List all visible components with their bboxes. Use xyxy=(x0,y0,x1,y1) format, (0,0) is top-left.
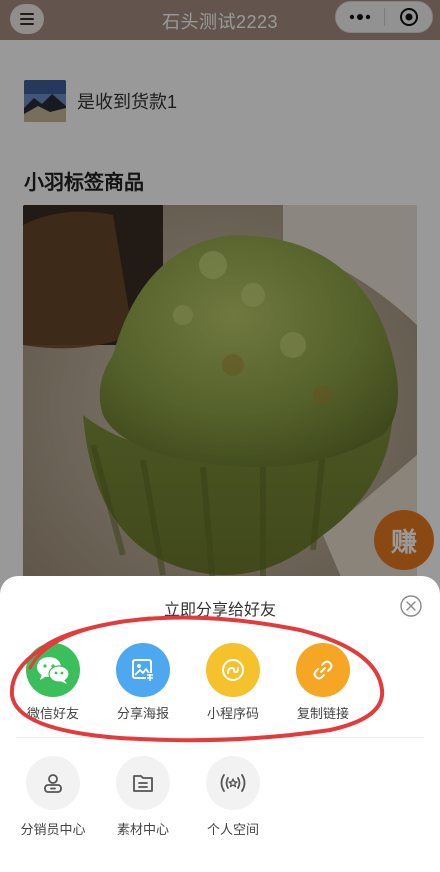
close-button[interactable] xyxy=(400,595,422,617)
more-dots-icon xyxy=(349,14,371,20)
close-icon xyxy=(400,595,422,617)
personal-space-label: 个人空间 xyxy=(206,822,259,837)
share-wechat-friend-label: 微信好友 xyxy=(26,706,79,721)
wechat-icon xyxy=(26,643,80,697)
earn-commission-button[interactable]: 赚 xyxy=(374,510,434,570)
share-sheet-title: 立即分享给好友 xyxy=(163,602,276,619)
share-poster[interactable]: 分享海报 xyxy=(98,643,188,722)
distributor-center-button[interactable]: 分销员中心 xyxy=(8,756,98,838)
share-mini-program-code-label: 小程序码 xyxy=(206,706,259,721)
order-notice-text: 是收到货款1 xyxy=(77,92,178,112)
mini-program-icon xyxy=(206,643,260,697)
material-folder-icon xyxy=(116,756,170,810)
distributor-center-label: 分销员中心 xyxy=(20,822,86,837)
share-wechat-friend[interactable]: 微信好友 xyxy=(8,643,98,722)
distributor-icon xyxy=(26,756,80,810)
exit-button[interactable] xyxy=(385,2,432,32)
personal-space-button[interactable]: 个人空间 xyxy=(188,756,278,838)
personal-space-icon xyxy=(206,756,260,810)
order-thumbnail xyxy=(24,80,66,122)
order-notice[interactable]: 是收到货款1 xyxy=(24,80,177,122)
divider xyxy=(16,737,424,738)
product-image[interactable] xyxy=(23,205,417,605)
share-copy-link-label: 复制链接 xyxy=(296,706,349,721)
target-close-icon xyxy=(399,8,418,26)
share-copy-link[interactable]: 复制链接 xyxy=(278,643,368,722)
material-center-label: 素材中心 xyxy=(116,822,169,837)
navigation-bar: 石头测试2223 xyxy=(0,0,440,40)
mini-program-capsule xyxy=(335,1,433,33)
product-title: 小羽标签商品 xyxy=(24,172,144,194)
poster-icon xyxy=(116,643,170,697)
material-center-button[interactable]: 素材中心 xyxy=(98,756,188,838)
share-poster-label: 分享海报 xyxy=(116,706,169,721)
more-button[interactable] xyxy=(336,2,384,32)
share-mini-program-code[interactable]: 小程序码 xyxy=(188,643,278,722)
link-icon xyxy=(296,643,350,697)
